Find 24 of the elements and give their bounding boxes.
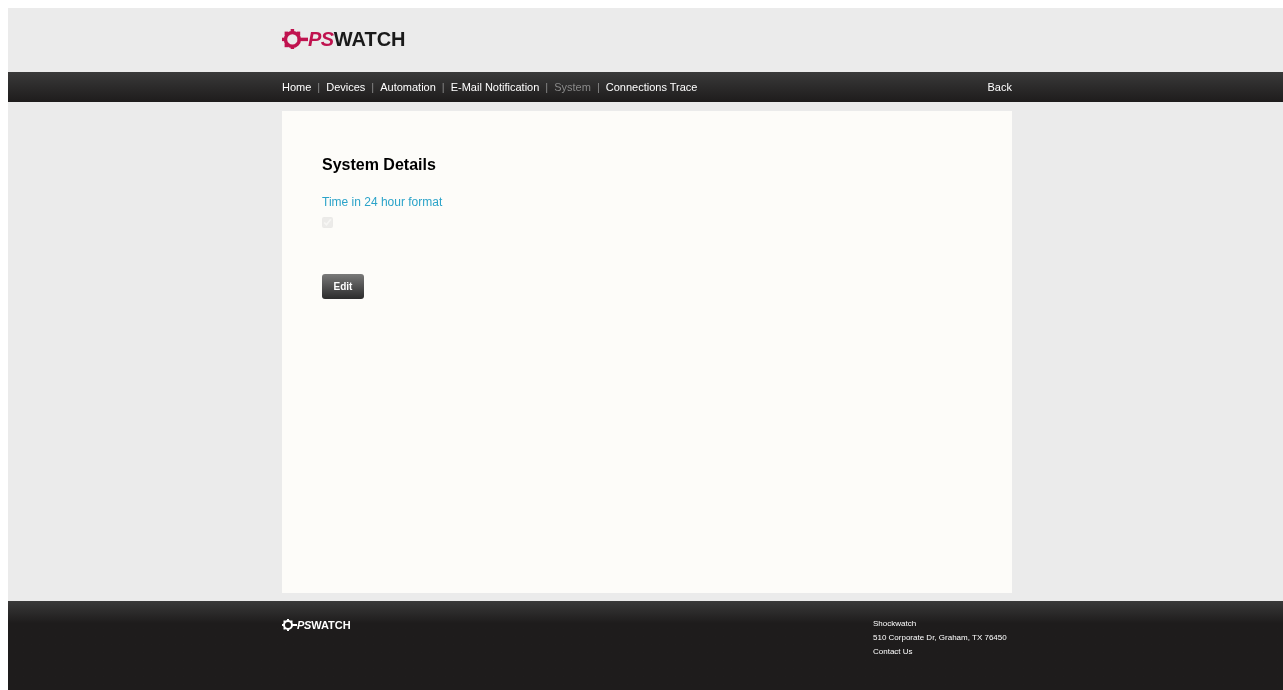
logo-text: WATCH: [311, 618, 351, 633]
logo-text: PS: [308, 27, 334, 52]
nav-link[interactable]: System: [554, 78, 591, 96]
section-title: System Details: [322, 155, 437, 175]
nav-separator: |: [441, 79, 445, 95]
address-text: 510 Corporate Dr, Graham, TX 76450: [873, 632, 1007, 644]
nav-separator: |: [371, 79, 375, 95]
nav-link[interactable]: Devices: [326, 78, 366, 96]
back-link[interactable]: Back: [987, 78, 1012, 96]
company-name: Shockwatch: [873, 618, 918, 630]
logo-text: PS: [297, 618, 312, 633]
gear-icon: [282, 28, 308, 50]
nav-link[interactable]: Connections Trace: [605, 78, 698, 96]
nav-separator: |: [317, 79, 321, 95]
nav-link[interactable]: Home: [282, 78, 312, 96]
nav-separator: |: [596, 79, 600, 95]
gear-icon: [282, 619, 297, 632]
edit-button[interactable]: Edit: [322, 274, 364, 299]
nav-link[interactable]: E-Mail Notification: [450, 78, 540, 96]
logo-text: WATCH: [333, 27, 406, 52]
field-label: Time in 24 hour format: [322, 194, 444, 211]
nav-link[interactable]: Automation: [380, 78, 436, 96]
nav-separator: |: [545, 79, 549, 95]
contact-link[interactable]: Contact Us: [873, 645, 1007, 659]
